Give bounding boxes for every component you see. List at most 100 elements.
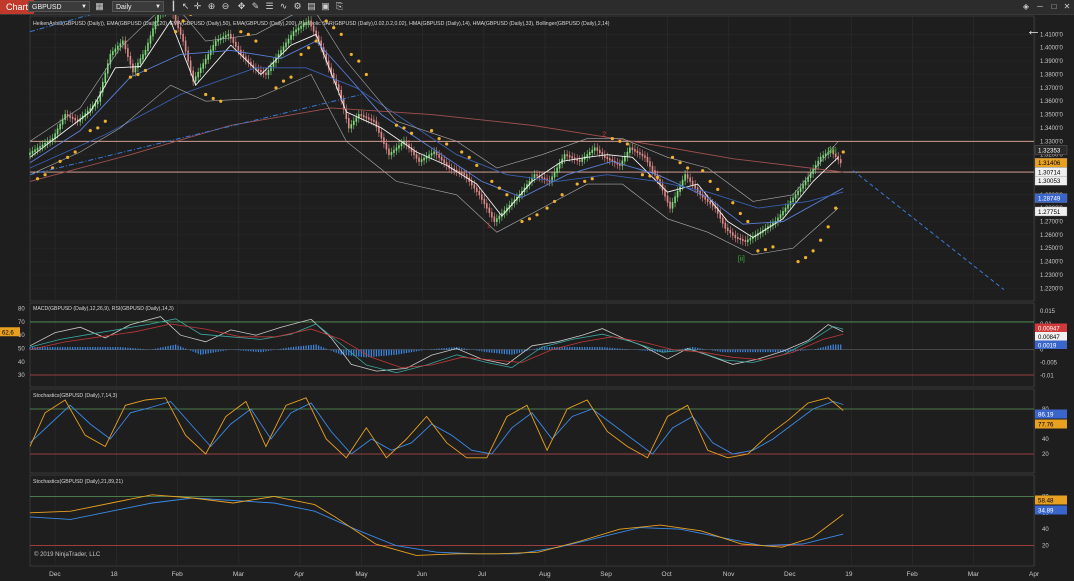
sar-dot <box>445 142 449 146</box>
candle-body <box>71 116 74 120</box>
strategy-icon[interactable]: ⚙ <box>292 1 303 12</box>
candle-body <box>69 115 71 118</box>
x-tick-label: 18 <box>110 571 118 578</box>
sar-dot <box>143 68 148 73</box>
pointer-icon[interactable]: ↖ <box>180 1 191 12</box>
pin-icon[interactable]: ◈ <box>1020 1 1032 12</box>
sar-dot <box>239 30 243 34</box>
copyright-text: © 2019 NinjaTrader, LLC <box>34 551 101 558</box>
candle-body <box>36 147 39 151</box>
candle-body <box>789 200 792 206</box>
candle-body <box>302 24 305 27</box>
macd-legend: MACD(GBPUSD (Daily),12,26,9), RSI(GBPUSD… <box>33 306 174 312</box>
wave-label: 1 <box>487 222 491 229</box>
stoch-slow-label-text: 34.89 <box>1038 508 1054 515</box>
sar-dot <box>402 126 406 130</box>
candle-body <box>792 197 794 202</box>
candle-body <box>312 25 315 32</box>
chevron-down-icon: ▼ <box>81 4 87 10</box>
candle-body <box>473 184 476 189</box>
stoch-fast-label-text: 77.76 <box>1038 422 1054 429</box>
attach-icon[interactable]: ⎘ <box>334 1 345 12</box>
x-tick-label: Sep <box>600 571 612 578</box>
macd-label-text: 0.0019 <box>1038 343 1057 349</box>
candle-body <box>478 190 481 196</box>
x-tick-label: Mar <box>233 571 245 578</box>
sar-dot <box>357 59 361 63</box>
candle-body <box>390 151 393 156</box>
y-tick-label: 1.3800'0 <box>1040 72 1063 78</box>
sar-dot <box>128 75 132 79</box>
properties-icon[interactable]: ▣ <box>320 1 331 12</box>
x-tick-label: Dec <box>784 571 796 578</box>
macd-label-text: 0.00847 <box>1038 335 1060 341</box>
macd-label-text: 0.00947 <box>1038 326 1060 332</box>
cursor-icon[interactable]: ✥ <box>236 1 247 12</box>
candle-body <box>639 152 641 155</box>
candle-body <box>588 151 591 156</box>
x-tick-label: 19 <box>845 571 853 578</box>
candle-body <box>684 174 686 181</box>
sar-dot <box>527 217 532 221</box>
template-icon[interactable]: ▤ <box>306 1 317 12</box>
stoch-fast-tick-label: 40 <box>1042 437 1049 443</box>
list-icon[interactable]: ☰ <box>264 1 275 12</box>
sar-dot <box>299 52 303 57</box>
sar-dot <box>96 126 100 130</box>
candle-body <box>227 33 230 37</box>
zoom-in-icon[interactable]: ⊕ <box>206 1 217 12</box>
rsi-tick-label: 40 <box>18 360 25 366</box>
minimize-icon[interactable]: ─ <box>1034 1 1046 12</box>
candle-body <box>742 239 744 242</box>
candle-body <box>649 161 651 167</box>
candle-body <box>257 68 260 71</box>
sar-dot <box>738 211 742 216</box>
close-icon[interactable]: ✕ <box>1061 1 1073 12</box>
sar-dot <box>560 193 564 197</box>
candle-body <box>104 72 107 83</box>
candle-body <box>154 21 157 30</box>
candle-body <box>556 167 558 173</box>
candle-body <box>475 187 478 192</box>
timeframe-selector[interactable]: Daily ▼ <box>112 1 164 12</box>
candle-body <box>822 155 824 158</box>
candle-body <box>137 62 139 69</box>
candle-body <box>558 163 561 169</box>
sar-dot <box>497 186 501 190</box>
candle-body <box>310 20 312 27</box>
candle-body <box>347 118 350 129</box>
candle-body <box>224 35 227 38</box>
y-tick-label: 1.4000'0 <box>1040 46 1063 52</box>
sar-dot <box>409 131 414 135</box>
back-arrow-icon[interactable]: ← <box>1026 22 1041 39</box>
candle-body <box>676 190 679 198</box>
candle-body <box>395 147 398 151</box>
maximize-icon[interactable]: □ <box>1048 1 1060 12</box>
sar-dot <box>610 137 614 141</box>
chart-canvas[interactable]: Dec 18 Feb Mar Apr May Jun Jul Aug Sep Oct Nov Dec 19… <box>0 15 1074 581</box>
bar-type-icon[interactable]: ▦ <box>94 1 105 12</box>
zoom-out-icon[interactable]: ⊖ <box>220 1 231 12</box>
x-tick-label: Oct <box>662 571 672 578</box>
sar-dot <box>771 245 775 249</box>
y-tick-label: 1.2400'0 <box>1040 260 1063 266</box>
candle-body <box>724 222 727 229</box>
draw-tools-icon[interactable]: ✎ <box>250 1 261 12</box>
instrument-selector[interactable]: GBPUSD ▼ <box>28 1 90 12</box>
candle-body <box>433 151 435 155</box>
candlestick-icon[interactable]: ┃ <box>168 1 179 12</box>
candle-body <box>721 217 724 224</box>
candle-body <box>689 177 691 182</box>
candle-body <box>363 115 365 118</box>
candle-body <box>571 156 573 159</box>
indicators-icon[interactable]: ∿ <box>278 1 289 12</box>
sar-dot <box>281 79 286 83</box>
sar-dot <box>819 238 823 242</box>
crosshair-icon[interactable]: ✛ <box>192 1 203 12</box>
sar-dot <box>437 137 441 141</box>
x-tick-label: Dec <box>49 571 61 578</box>
wave-label: 2 <box>602 132 606 139</box>
x-tick-label: Mar <box>968 571 980 578</box>
sar-dot <box>618 139 622 143</box>
candle-body <box>307 20 310 24</box>
